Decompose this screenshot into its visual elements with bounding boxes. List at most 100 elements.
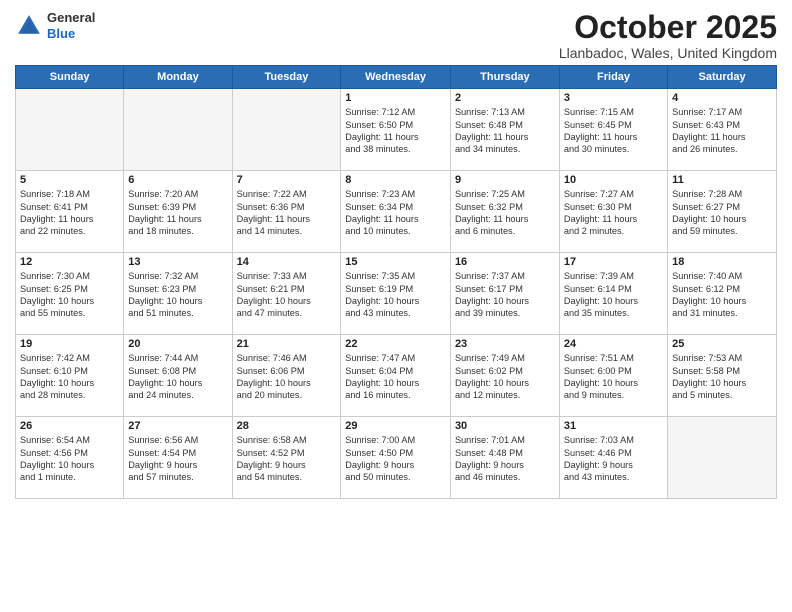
calendar-cell	[668, 417, 777, 499]
day-info: Sunrise: 7:46 AM Sunset: 6:06 PM Dayligh…	[237, 352, 337, 402]
calendar-week-row: 26 Sunrise: 6:54 AM Sunset: 4:56 PM Dayli…	[16, 417, 777, 499]
day-number: 11	[672, 174, 772, 186]
calendar-cell: 1 Sunrise: 7:12 AM Sunset: 6:50 PM Daylig…	[341, 89, 451, 171]
calendar-cell: 21 Sunrise: 7:46 AM Sunset: 6:06 PM Dayli…	[232, 335, 341, 417]
day-info: Sunrise: 7:51 AM Sunset: 6:00 PM Dayligh…	[564, 352, 663, 402]
month-title: October 2025	[559, 10, 777, 45]
calendar-cell: 13 Sunrise: 7:32 AM Sunset: 6:23 PM Dayli…	[124, 253, 232, 335]
calendar-cell: 5 Sunrise: 7:18 AM Sunset: 6:41 PM Daylig…	[16, 171, 124, 253]
calendar-cell: 9 Sunrise: 7:25 AM Sunset: 6:32 PM Daylig…	[450, 171, 559, 253]
day-number: 18	[672, 256, 772, 268]
calendar-cell: 10 Sunrise: 7:27 AM Sunset: 6:30 PM Dayli…	[559, 171, 667, 253]
day-info: Sunrise: 7:44 AM Sunset: 6:08 PM Dayligh…	[128, 352, 227, 402]
calendar-cell: 26 Sunrise: 6:54 AM Sunset: 4:56 PM Dayli…	[16, 417, 124, 499]
day-info: Sunrise: 7:28 AM Sunset: 6:27 PM Dayligh…	[672, 188, 772, 238]
day-info: Sunrise: 7:27 AM Sunset: 6:30 PM Dayligh…	[564, 188, 663, 238]
day-number: 6	[128, 174, 227, 186]
logo-general: General	[47, 10, 95, 26]
calendar-cell: 27 Sunrise: 6:56 AM Sunset: 4:54 PM Dayli…	[124, 417, 232, 499]
day-info: Sunrise: 7:18 AM Sunset: 6:41 PM Dayligh…	[20, 188, 119, 238]
day-info: Sunrise: 7:03 AM Sunset: 4:46 PM Dayligh…	[564, 434, 663, 484]
calendar-cell: 31Sunrise: 7:03 AM Sunset: 4:46 PM Dayli…	[559, 417, 667, 499]
day-number: 14	[237, 256, 337, 268]
weekday-header-row: SundayMondayTuesdayWednesdayThursdayFrid…	[16, 66, 777, 89]
day-number: 15	[345, 256, 446, 268]
day-info: Sunrise: 7:40 AM Sunset: 6:12 PM Dayligh…	[672, 270, 772, 320]
day-info: Sunrise: 7:23 AM Sunset: 6:34 PM Dayligh…	[345, 188, 446, 238]
day-number: 21	[237, 338, 337, 350]
day-info: Sunrise: 7:33 AM Sunset: 6:21 PM Dayligh…	[237, 270, 337, 320]
calendar-cell: 24 Sunrise: 7:51 AM Sunset: 6:00 PM Dayli…	[559, 335, 667, 417]
logo-blue: Blue	[47, 26, 95, 42]
calendar-cell: 16Sunrise: 7:37 AM Sunset: 6:17 PM Dayli…	[450, 253, 559, 335]
day-number: 2	[455, 92, 555, 104]
day-info: Sunrise: 7:20 AM Sunset: 6:39 PM Dayligh…	[128, 188, 227, 238]
calendar-cell: 11 Sunrise: 7:28 AM Sunset: 6:27 PM Dayli…	[668, 171, 777, 253]
day-number: 16	[455, 256, 555, 268]
calendar-cell	[16, 89, 124, 171]
calendar-week-row: 19 Sunrise: 7:42 AM Sunset: 6:10 PM Dayli…	[16, 335, 777, 417]
location: Llanbadoc, Wales, United Kingdom	[559, 45, 777, 61]
calendar-week-row: 5 Sunrise: 7:18 AM Sunset: 6:41 PM Daylig…	[16, 171, 777, 253]
calendar-cell: 22 Sunrise: 7:47 AM Sunset: 6:04 PM Dayli…	[341, 335, 451, 417]
day-info: Sunrise: 7:17 AM Sunset: 6:43 PM Dayligh…	[672, 106, 772, 156]
day-number: 23	[455, 338, 555, 350]
logo: General Blue	[15, 10, 95, 41]
day-number: 20	[128, 338, 227, 350]
day-info: Sunrise: 7:35 AM Sunset: 6:19 PM Dayligh…	[345, 270, 446, 320]
title-block: October 2025 Llanbadoc, Wales, United Ki…	[559, 10, 777, 61]
calendar-cell: 17Sunrise: 7:39 AM Sunset: 6:14 PM Dayli…	[559, 253, 667, 335]
calendar-cell: 15 Sunrise: 7:35 AM Sunset: 6:19 PM Dayli…	[341, 253, 451, 335]
day-number: 29	[345, 420, 446, 432]
day-info: Sunrise: 7:47 AM Sunset: 6:04 PM Dayligh…	[345, 352, 446, 402]
day-number: 1	[345, 92, 446, 104]
day-info: Sunrise: 6:56 AM Sunset: 4:54 PM Dayligh…	[128, 434, 227, 484]
day-info: Sunrise: 7:49 AM Sunset: 6:02 PM Dayligh…	[455, 352, 555, 402]
calendar-cell: 20 Sunrise: 7:44 AM Sunset: 6:08 PM Dayli…	[124, 335, 232, 417]
logo-text: General Blue	[47, 10, 95, 41]
day-info: Sunrise: 7:22 AM Sunset: 6:36 PM Dayligh…	[237, 188, 337, 238]
day-number: 26	[20, 420, 119, 432]
day-info: Sunrise: 7:25 AM Sunset: 6:32 PM Dayligh…	[455, 188, 555, 238]
day-number: 8	[345, 174, 446, 186]
page-container: General Blue October 2025 Llanbadoc, Wal…	[0, 0, 792, 504]
calendar-cell: 12Sunrise: 7:30 AM Sunset: 6:25 PM Dayli…	[16, 253, 124, 335]
weekday-header: Thursday	[450, 66, 559, 89]
weekday-header: Tuesday	[232, 66, 341, 89]
day-info: Sunrise: 6:54 AM Sunset: 4:56 PM Dayligh…	[20, 434, 119, 484]
day-number: 28	[237, 420, 337, 432]
day-info: Sunrise: 7:42 AM Sunset: 6:10 PM Dayligh…	[20, 352, 119, 402]
day-number: 24	[564, 338, 663, 350]
day-number: 3	[564, 92, 663, 104]
calendar-cell: 23 Sunrise: 7:49 AM Sunset: 6:02 PM Dayli…	[450, 335, 559, 417]
day-number: 25	[672, 338, 772, 350]
calendar-cell: 4Sunrise: 7:17 AM Sunset: 6:43 PM Daylig…	[668, 89, 777, 171]
day-number: 12	[20, 256, 119, 268]
weekday-header: Monday	[124, 66, 232, 89]
calendar-cell: 2Sunrise: 7:13 AM Sunset: 6:48 PM Daylig…	[450, 89, 559, 171]
day-number: 10	[564, 174, 663, 186]
day-info: Sunrise: 7:01 AM Sunset: 4:48 PM Dayligh…	[455, 434, 555, 484]
day-number: 5	[20, 174, 119, 186]
day-info: Sunrise: 7:32 AM Sunset: 6:23 PM Dayligh…	[128, 270, 227, 320]
weekday-header: Wednesday	[341, 66, 451, 89]
calendar-cell: 8 Sunrise: 7:23 AM Sunset: 6:34 PM Daylig…	[341, 171, 451, 253]
day-info: Sunrise: 7:12 AM Sunset: 6:50 PM Dayligh…	[345, 106, 446, 156]
day-info: Sunrise: 6:58 AM Sunset: 4:52 PM Dayligh…	[237, 434, 337, 484]
day-number: 13	[128, 256, 227, 268]
header: General Blue October 2025 Llanbadoc, Wal…	[15, 10, 777, 61]
calendar-cell	[124, 89, 232, 171]
weekday-header: Saturday	[668, 66, 777, 89]
day-number: 7	[237, 174, 337, 186]
day-number: 19	[20, 338, 119, 350]
weekday-header: Sunday	[16, 66, 124, 89]
day-info: Sunrise: 7:53 AM Sunset: 5:58 PM Dayligh…	[672, 352, 772, 402]
calendar-cell: 25 Sunrise: 7:53 AM Sunset: 5:58 PM Dayli…	[668, 335, 777, 417]
day-number: 22	[345, 338, 446, 350]
day-info: Sunrise: 7:00 AM Sunset: 4:50 PM Dayligh…	[345, 434, 446, 484]
day-number: 17	[564, 256, 663, 268]
day-number: 27	[128, 420, 227, 432]
calendar-week-row: 1 Sunrise: 7:12 AM Sunset: 6:50 PM Daylig…	[16, 89, 777, 171]
day-number: 30	[455, 420, 555, 432]
day-number: 9	[455, 174, 555, 186]
